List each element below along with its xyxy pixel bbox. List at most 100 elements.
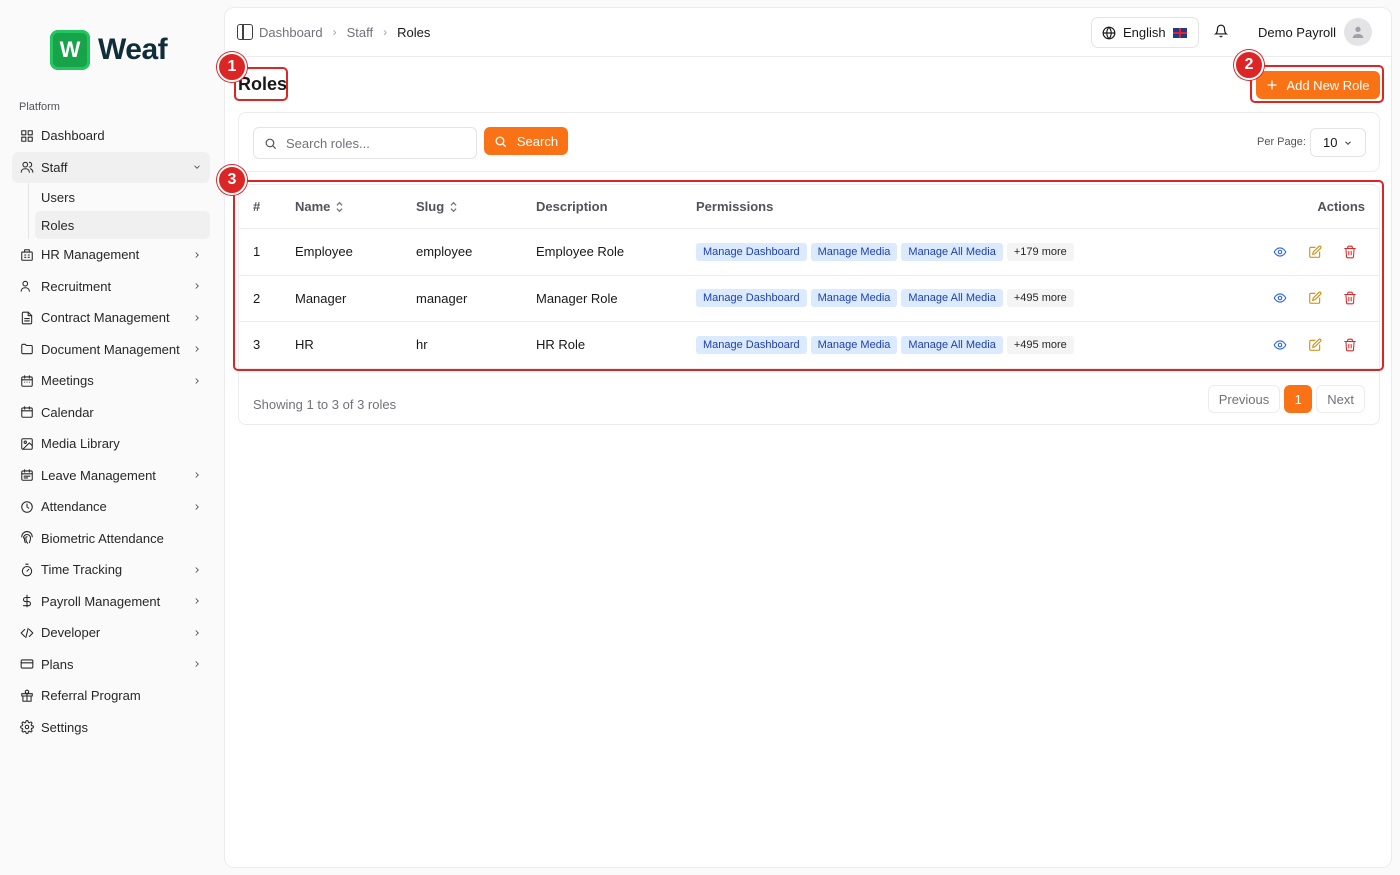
language-label: English	[1123, 25, 1166, 40]
sidebar-item-dashboard[interactable]: Dashboard	[12, 120, 210, 152]
trash-icon	[1344, 291, 1356, 305]
search-button[interactable]: Search	[484, 127, 568, 155]
delete-role-button[interactable]	[1343, 338, 1357, 352]
sidebar-item-contract-management[interactable]: Contract Management	[12, 302, 210, 334]
calendar-check-icon	[20, 468, 34, 482]
table-body: 1 Employee employee Employee Role Manage Das…	[239, 229, 1379, 369]
user-menu[interactable]: Demo Payroll	[1258, 18, 1373, 46]
sidebar-item-label: Dashboard	[41, 128, 105, 144]
image-icon	[20, 437, 34, 451]
column-header-permissions: Permissions	[696, 199, 774, 214]
brand-name: Weaf	[98, 33, 168, 66]
filter-card: Search Per Page: 10	[238, 112, 1380, 172]
page-1-button[interactable]: 1	[1284, 385, 1313, 413]
sidebar-item-meetings[interactable]: Meetings	[12, 365, 210, 397]
column-header-actions: Actions	[1317, 199, 1365, 214]
search-icon	[265, 138, 276, 149]
user-avatar-icon	[1352, 26, 1364, 38]
chevron-right-icon: ›	[383, 25, 388, 39]
sidebar-item-staff[interactable]: Staff	[12, 151, 210, 183]
edit-role-button[interactable]	[1308, 245, 1322, 259]
sidebar-item-leave-management[interactable]: Leave Management	[12, 460, 210, 492]
cell-number: 3	[253, 337, 261, 353]
permission-more-badge: +495 more	[1006, 335, 1074, 354]
chevron-right-icon	[192, 628, 202, 638]
sidebar-item-label: Developer	[41, 625, 101, 641]
sidebar-item-label: Media Library	[41, 436, 120, 452]
table-header: # Name Slug Description Permissions Acti…	[239, 185, 1379, 229]
chevron-right-icon	[192, 565, 202, 575]
cell-slug: hr	[416, 337, 428, 353]
bell-icon[interactable]	[1214, 24, 1228, 38]
edit-role-button[interactable]	[1308, 338, 1322, 352]
sidebar-item-referral-program[interactable]: Referral Program	[12, 680, 210, 712]
sort-icon	[450, 201, 457, 212]
delete-role-button[interactable]	[1343, 245, 1357, 259]
user-name: Demo Payroll	[1258, 24, 1337, 40]
permission-tag: Manage All Media	[901, 335, 1003, 354]
per-page-select[interactable]: 10	[1310, 128, 1366, 157]
search-field[interactable]	[253, 127, 477, 159]
sort-icon	[336, 201, 343, 212]
sidebar-item-label: Recruitment	[41, 278, 112, 294]
main-panel: Dashboard › Staff › Roles English Demo P…	[224, 7, 1392, 868]
sidebar-item-media-library[interactable]: Media Library	[12, 428, 210, 460]
cell-permissions: Manage Dashboard Manage Media Manage All M…	[696, 242, 1074, 261]
search-input[interactable]	[286, 135, 466, 151]
view-role-button[interactable]	[1273, 291, 1287, 305]
sidebar-item-document-management[interactable]: Document Management	[12, 334, 210, 366]
sidebar-section-label: Platform	[19, 101, 60, 113]
cell-name: Manager	[295, 290, 347, 306]
sidebar-item-hr-management[interactable]: HR Management	[12, 239, 210, 271]
annotation-badge-1: 1	[217, 52, 247, 82]
delete-role-button[interactable]	[1343, 291, 1357, 305]
sidebar-item-time-tracking[interactable]: Time Tracking	[12, 554, 210, 586]
column-header-slug[interactable]: Slug	[416, 199, 458, 214]
sidebar-subitem-roles[interactable]: Roles	[35, 211, 210, 239]
breadcrumb-dashboard[interactable]: Dashboard	[259, 25, 323, 40]
per-page-value: 10	[1323, 135, 1338, 150]
sidebar-subitem-users[interactable]: Users	[35, 183, 210, 211]
view-role-button[interactable]	[1273, 245, 1287, 259]
sidebar-item-attendance[interactable]: Attendance	[12, 491, 210, 523]
previous-page-button[interactable]: Previous	[1207, 385, 1281, 413]
sidebar-toggle-icon[interactable]	[237, 24, 253, 40]
pagination-summary: Showing 1 to 3 of 3 roles	[253, 397, 397, 412]
avatar	[1344, 18, 1373, 46]
next-page-button[interactable]: Next	[1316, 385, 1365, 413]
language-selector[interactable]: English	[1091, 17, 1199, 48]
eye-icon	[1273, 293, 1287, 303]
column-header-name[interactable]: Name	[295, 199, 344, 214]
users-icon	[20, 160, 34, 174]
sidebar-item-biometric-attendance[interactable]: Biometric Attendance	[12, 523, 210, 555]
sidebar-item-label: Settings	[41, 719, 88, 735]
view-role-button[interactable]	[1273, 338, 1287, 352]
add-new-role-button[interactable]: Add New Role	[1256, 71, 1380, 99]
edit-icon	[1309, 338, 1322, 351]
uk-flag-icon	[1172, 27, 1187, 38]
annotation-badge-2: 2	[1234, 50, 1264, 80]
chevron-right-icon	[192, 659, 202, 669]
chevron-right-icon	[192, 344, 202, 354]
sidebar-item-recruitment[interactable]: Recruitment	[12, 271, 210, 303]
cell-number: 2	[253, 290, 261, 306]
sidebar-item-developer[interactable]: Developer	[12, 617, 210, 649]
sidebar-item-settings[interactable]: Settings	[12, 712, 210, 744]
credit-card-icon	[20, 657, 34, 671]
breadcrumb-staff[interactable]: Staff	[347, 25, 374, 40]
eye-icon	[1273, 247, 1287, 257]
table-row: 3 HR hr HR Role Manage Dashboard Manage Media…	[239, 322, 1379, 369]
sidebar: W Weaf Platform Dashboard Staff Users Roles…	[0, 0, 222, 875]
cell-name: HR	[295, 337, 314, 353]
edit-icon	[1309, 245, 1322, 258]
sidebar-item-label: Biometric Attendance	[41, 530, 164, 546]
sidebar-item-calendar[interactable]: Calendar	[12, 397, 210, 429]
sidebar-item-plans[interactable]: Plans	[12, 649, 210, 681]
sidebar-item-payroll-management[interactable]: Payroll Management	[12, 586, 210, 618]
cell-slug: employee	[416, 244, 473, 260]
chevron-right-icon	[192, 376, 202, 386]
globe-icon	[1102, 26, 1116, 39]
calendar-icon	[20, 405, 34, 419]
edit-role-button[interactable]	[1308, 291, 1322, 305]
brand-logo[interactable]: W Weaf	[50, 30, 168, 70]
